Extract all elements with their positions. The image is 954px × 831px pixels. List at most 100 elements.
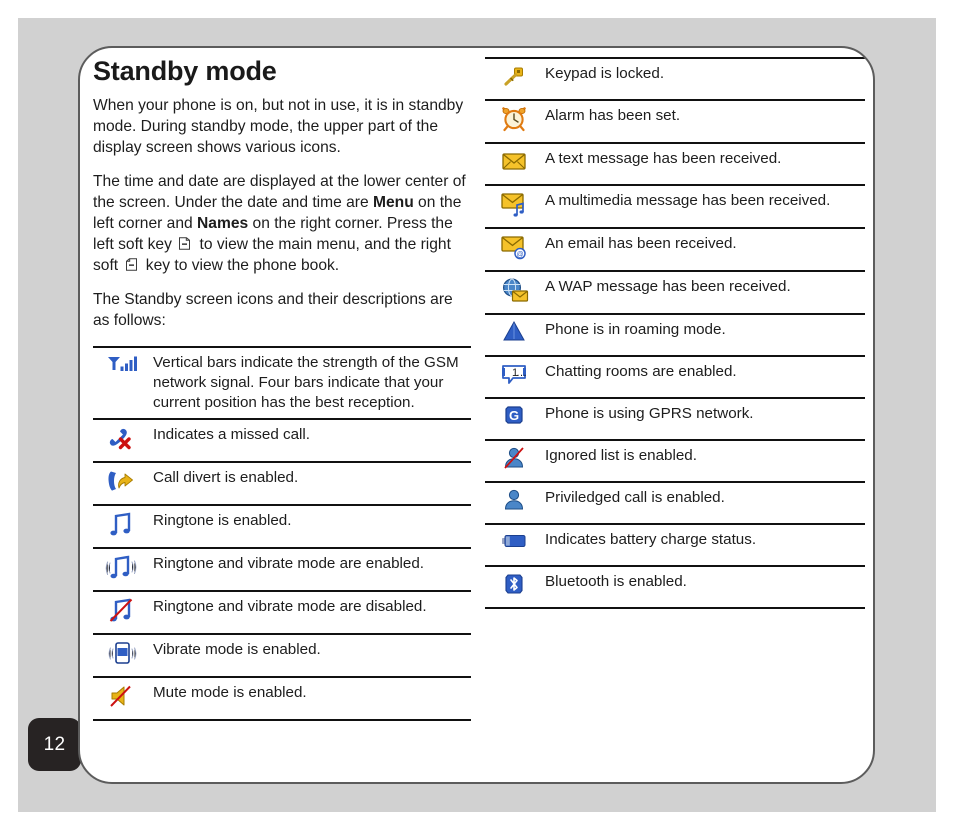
left-soft-key-icon: [178, 237, 193, 251]
table-row: Priviledged call is enabled.: [485, 481, 865, 524]
keypad-lock-icon-cell: [485, 57, 543, 100]
icon-description: Indicates battery charge status.: [543, 523, 865, 566]
page-title: Standby mode: [93, 56, 277, 86]
table-row: Bluetooth is enabled.: [485, 565, 865, 609]
icon-description: Phone is using GPRS network.: [543, 397, 865, 440]
ringtone-vibrate-enabled-icon-cell: [93, 546, 151, 591]
roaming-icon: [497, 320, 531, 350]
priviledged-call-icon: [497, 488, 531, 518]
chat-room-icon: 1 …: [497, 362, 531, 392]
table-row: A multimedia message has been received.: [485, 184, 865, 228]
email-icon-cell: @: [485, 227, 543, 271]
table-row: 1 … Chatting rooms are enabled.: [485, 355, 865, 398]
table-row: Phone is in roaming mode.: [485, 313, 865, 356]
table-row: Call divert is enabled.: [93, 460, 471, 505]
table-row: Ringtone and vibrate mode are enabled.: [93, 546, 471, 591]
standby-icons-table-left: Vertical bars indicate the strength of t…: [93, 345, 471, 721]
icon-description: Chatting rooms are enabled.: [543, 355, 865, 398]
text-message-icon: [497, 149, 531, 179]
icon-description: Ignored list is enabled.: [543, 439, 865, 482]
battery-icon: [497, 530, 531, 560]
icon-description: Indicates a missed call.: [151, 417, 471, 462]
icon-description: Call divert is enabled.: [151, 460, 471, 505]
icon-description: Bluetooth is enabled.: [543, 565, 865, 609]
missed-call-icon-cell: [93, 417, 151, 462]
right-soft-key-icon: [124, 257, 139, 272]
table-row: @ An email has been received.: [485, 227, 865, 271]
wap-message-icon: [497, 277, 531, 307]
bluetooth-icon-cell: [485, 565, 543, 609]
icon-description: Ringtone and vibrate mode are enabled.: [151, 546, 471, 591]
svg-text:@: @: [516, 252, 523, 259]
table-row: Mute mode is enabled.: [93, 675, 471, 721]
icon-description: Vibrate mode is enabled.: [151, 632, 471, 677]
signal-bars-icon: [105, 353, 139, 383]
icon-description: Ringtone is enabled.: [151, 503, 471, 548]
multimedia-message-icon-cell: [485, 184, 543, 228]
ringtone-vibrate-disabled-icon: [105, 597, 139, 627]
intro-paragraph-2: The time and date are displayed at the l…: [93, 172, 471, 276]
gprs-icon-cell: G: [485, 397, 543, 440]
icon-description: A text message has been received.: [543, 142, 865, 185]
battery-icon-cell: [485, 523, 543, 566]
para2-segment-5: key to view the phone book.: [141, 256, 340, 274]
icon-description: Ringtone and vibrate mode are disabled.: [151, 589, 471, 634]
standby-icons-table-right: Keypad is locked. Alarm has been set. A …: [485, 57, 865, 609]
ringtone-vibrate-enabled-icon: [105, 554, 139, 584]
alarm-clock-icon: [497, 106, 531, 136]
table-row: Ignored list is enabled.: [485, 439, 865, 482]
table-row: Ringtone is enabled.: [93, 503, 471, 548]
bluetooth-icon: [497, 572, 531, 602]
menu-keyword: Menu: [373, 194, 414, 212]
icon-description: Priviledged call is enabled.: [543, 481, 865, 524]
icon-description: A multimedia message has been received.: [543, 184, 865, 228]
icon-description: Alarm has been set.: [543, 99, 865, 143]
names-keyword: Names: [197, 214, 249, 232]
alarm-clock-icon-cell: [485, 99, 543, 143]
ringtone-vibrate-disabled-icon-cell: [93, 589, 151, 634]
table-row: A WAP message has been received.: [485, 270, 865, 314]
keypad-lock-icon: [497, 64, 531, 94]
priviledged-call-icon-cell: [485, 481, 543, 524]
roaming-icon-cell: [485, 313, 543, 356]
chat-room-icon-cell: 1 …: [485, 355, 543, 398]
icon-description: An email has been received.: [543, 227, 865, 271]
table-row: Vertical bars indicate the strength of t…: [93, 345, 471, 419]
ignored-list-icon-cell: [485, 439, 543, 482]
table-row: A text message has been received.: [485, 142, 865, 185]
svg-text:…: …: [516, 367, 527, 379]
table-row: Indicates battery charge status.: [485, 523, 865, 566]
vibrate-icon: [105, 640, 139, 670]
email-icon: @: [497, 234, 531, 264]
wap-message-icon-cell: [485, 270, 543, 314]
left-column: Standby mode When your phone is on, but …: [93, 56, 471, 721]
svg-text:G: G: [509, 408, 519, 423]
page-stage: 12 Standby mode When your phone is on, b…: [0, 0, 954, 831]
mute-icon: [105, 683, 139, 713]
table-row: G Phone is using GPRS network.: [485, 397, 865, 440]
vibrate-icon-cell: [93, 632, 151, 677]
intro-paragraph-1: When your phone is on, but not in use, i…: [93, 97, 464, 156]
table-row: Vibrate mode is enabled.: [93, 632, 471, 677]
icon-description: A WAP message has been received.: [543, 270, 865, 314]
icon-description: Vertical bars indicate the strength of t…: [151, 345, 471, 419]
icon-description: Keypad is locked.: [543, 57, 865, 100]
ignored-list-icon: [497, 446, 531, 476]
multimedia-message-icon: [497, 191, 531, 221]
call-divert-icon: [105, 468, 139, 498]
text-message-icon-cell: [485, 142, 543, 185]
table-row: Ringtone and vibrate mode are disabled.: [93, 589, 471, 634]
call-divert-icon-cell: [93, 460, 151, 505]
table-row: Keypad is locked.: [485, 57, 865, 100]
icon-description: Phone is in roaming mode.: [543, 313, 865, 356]
mute-icon-cell: [93, 675, 151, 721]
icon-description: Mute mode is enabled.: [151, 675, 471, 721]
missed-call-icon: [105, 425, 139, 455]
page-number-badge: 12: [28, 718, 81, 771]
right-column: Keypad is locked. Alarm has been set. A …: [485, 57, 865, 609]
table-row: Indicates a missed call.: [93, 417, 471, 462]
signal-bars-icon-cell: [93, 345, 151, 419]
gprs-icon: G: [497, 404, 531, 434]
ringtone-icon-cell: [93, 503, 151, 548]
table-row: Alarm has been set.: [485, 99, 865, 143]
